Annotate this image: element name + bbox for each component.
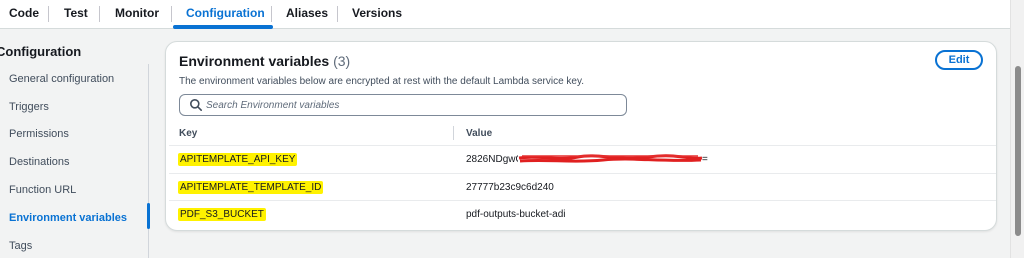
search-icon [190,99,202,111]
tab-monitor[interactable]: Monitor [115,0,159,29]
row-divider [169,173,996,174]
tab-separator [337,6,338,22]
edit-button[interactable]: Edit [935,50,983,70]
sidebar-item-environment-variables[interactable]: Environment variables [9,212,127,224]
header-divider [169,145,996,146]
column-header-key: Key [179,128,198,139]
search-input[interactable] [206,96,616,114]
search-box[interactable] [179,94,627,116]
sidebar-item-tags[interactable]: Tags [9,240,32,252]
tab-versions[interactable]: Versions [352,0,402,29]
tab-separator [171,6,172,22]
env-value-tail: = [702,154,708,165]
env-key: APITEMPLATE_API_KEY [178,153,298,166]
env-key: PDF_S3_BUCKET [178,208,266,221]
tab-separator [48,6,49,22]
panel-title-text: Environment variables [179,53,330,69]
tab-separator [271,6,272,22]
sidebar-item-permissions[interactable]: Permissions [9,128,69,140]
tab-test[interactable]: Test [64,0,88,29]
sidebar-item-triggers[interactable]: Triggers [9,101,49,113]
tab-bar: Code Test Monitor Configuration Aliases … [0,0,1010,29]
column-header-value: Value [466,128,493,139]
sidebar-active-indicator [147,203,150,229]
tab-code[interactable]: Code [9,0,39,29]
column-divider [453,126,454,140]
panel-description: The environment variables below are encr… [179,76,585,87]
tab-aliases[interactable]: Aliases [286,0,328,29]
row-divider [169,200,996,201]
tab-separator [99,6,100,22]
env-value: 27777b23c9c6d240 [466,182,554,193]
redacted-value: = [518,153,710,166]
redaction-scribble [518,154,703,163]
scrollbar-thumb[interactable] [1015,66,1021,236]
sidebar-item-general-configuration[interactable]: General configuration [9,73,114,85]
panel-title: Environment variables (3) [179,53,350,69]
environment-variables-panel: Environment variables (3) The environmen… [165,41,997,231]
sidebar-item-function-url[interactable]: Function URL [9,184,76,196]
env-key: APITEMPLATE_TEMPLATE_ID [178,181,324,194]
active-tab-indicator [173,25,273,29]
sidebar-title: Configuration [0,44,82,59]
sidebar-item-destinations[interactable]: Destinations [9,156,70,168]
variable-count: (3) [333,53,351,69]
env-value: pdf-outputs-bucket-adi [466,209,566,220]
